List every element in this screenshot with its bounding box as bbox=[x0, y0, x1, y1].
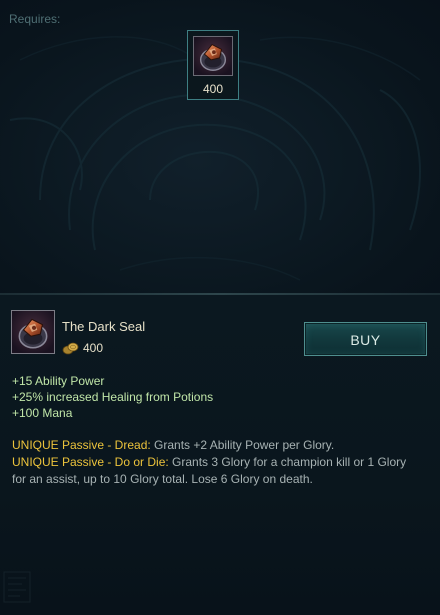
passive-title: UNIQUE Passive - Dread: bbox=[12, 438, 151, 452]
item-cost: 400 bbox=[83, 341, 104, 355]
requires-panel: Requires: 400 bbox=[0, 0, 440, 293]
item-name: The Dark Seal bbox=[62, 319, 146, 334]
gold-coins-icon bbox=[62, 342, 79, 355]
item-tooltip-window: Requires: 400 The Dark Seal 400 BUY +15 … bbox=[0, 0, 440, 615]
corner-decoration bbox=[3, 571, 31, 603]
passive-title: UNIQUE Passive - Do or Die: bbox=[12, 455, 169, 469]
dark-seal-icon bbox=[11, 310, 55, 354]
buy-button[interactable]: BUY bbox=[304, 322, 427, 356]
required-item-cost: 400 bbox=[202, 82, 224, 96]
stat-line: +25% increased Healing from Potions bbox=[12, 390, 214, 404]
passive-dread: UNIQUE Passive - Dread: Grants +2 Abilit… bbox=[12, 437, 412, 454]
item-stats: +15 Ability Power +25% increased Healing… bbox=[12, 373, 213, 421]
item-cost-row: 400 bbox=[62, 340, 103, 356]
dark-seal-icon bbox=[193, 36, 233, 76]
requires-label: Requires: bbox=[9, 12, 61, 26]
buy-button-label: BUY bbox=[350, 332, 381, 348]
required-item-slot[interactable]: 400 bbox=[187, 30, 239, 100]
passive-do-or-die: UNIQUE Passive - Do or Die: Grants 3 Glo… bbox=[12, 454, 412, 488]
stat-line: +100 Mana bbox=[12, 406, 73, 420]
stat-line: +15 Ability Power bbox=[12, 374, 105, 388]
item-details-panel: The Dark Seal 400 BUY +15 Ability Power … bbox=[0, 295, 440, 615]
passive-description: Grants +2 Ability Power per Glory. bbox=[154, 438, 335, 452]
